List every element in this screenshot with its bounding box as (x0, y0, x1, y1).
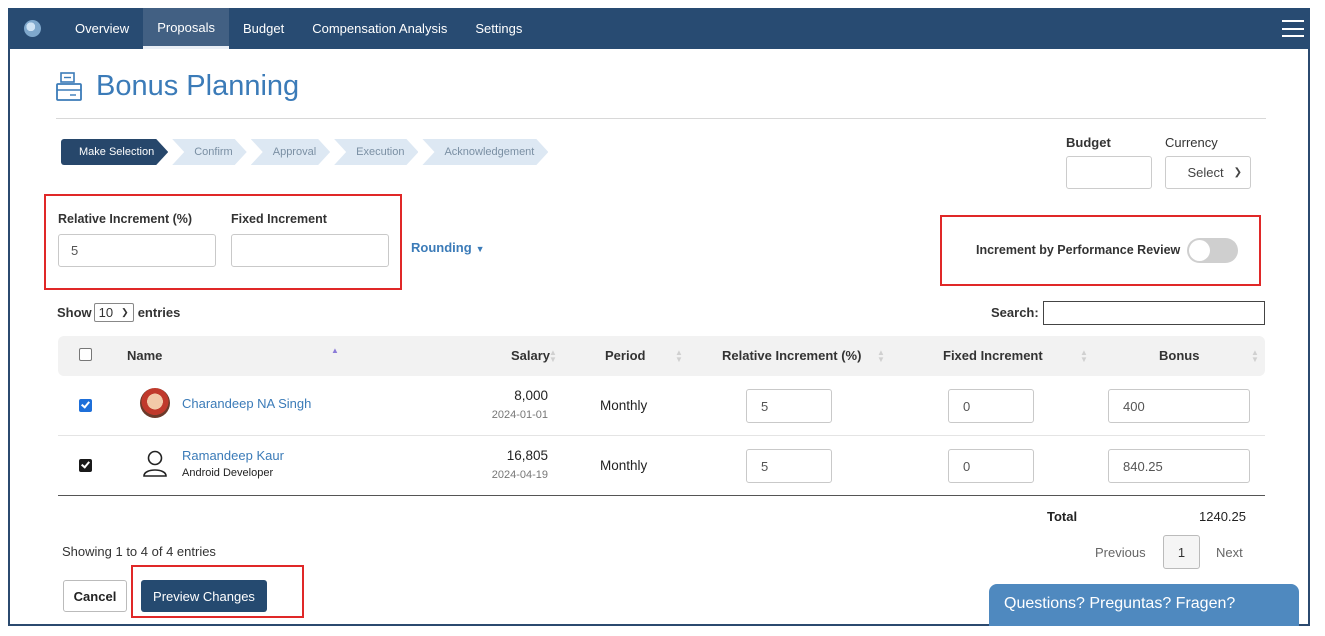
hamburger-menu-icon[interactable] (1282, 20, 1304, 37)
sort-icon[interactable]: ▲ ▼ (1251, 349, 1259, 364)
rounding-label: Rounding (411, 240, 472, 255)
relative-increment-label: Relative Increment (%) (58, 212, 193, 226)
nav-budget[interactable]: Budget (229, 8, 298, 49)
bonus-cell-input[interactable]: 840.25 (1108, 449, 1250, 483)
header-period[interactable]: Period (605, 348, 645, 363)
app-logo-icon[interactable] (24, 20, 41, 37)
rounding-dropdown[interactable]: Rounding ▼ (411, 240, 485, 255)
row-checkbox[interactable] (79, 399, 92, 412)
currency-label: Currency (1165, 135, 1218, 150)
sort-icon[interactable]: ▲ ▼ (675, 349, 683, 364)
table-footer-divider (58, 495, 1265, 496)
check-icon (81, 459, 90, 469)
currency-select-value: Select (1187, 165, 1224, 180)
total-value: 1240.25 (1199, 509, 1246, 524)
fixed-increment-input[interactable] (231, 234, 389, 267)
wizard-stepper: Make Selection Confirm Approval Executio… (61, 139, 552, 165)
select-all-checkbox[interactable] (79, 348, 92, 361)
chevron-down-icon: ❯ (121, 307, 129, 317)
caret-down-icon: ▼ (475, 244, 485, 254)
step-execution[interactable]: Execution (334, 139, 418, 165)
period-value: Monthly (600, 458, 648, 473)
period-value: Monthly (600, 398, 648, 413)
toggle-knob (1189, 240, 1210, 261)
page-header: Bonus Planning (56, 70, 299, 103)
pagination-next[interactable]: Next (1216, 545, 1243, 560)
employee-name-link[interactable]: Charandeep NA Singh (182, 396, 311, 411)
chevron-down-icon: ❯ (1233, 167, 1242, 178)
cash-register-icon (56, 71, 82, 101)
pagination-page-1[interactable]: 1 (1163, 535, 1200, 569)
table-header: Name ▲ Salary ▲ ▼ Period ▲ ▼ Relative Incr… (58, 336, 1265, 376)
salary-date: 2024-01-01 (491, 409, 548, 421)
step-approval[interactable]: Approval (251, 139, 330, 165)
page-title: Bonus Planning (96, 70, 300, 102)
sort-icon[interactable]: ▲ ▼ (549, 349, 557, 364)
employee-name-link[interactable]: Ramandeep Kaur (182, 448, 284, 463)
header-name[interactable]: Name (127, 348, 162, 363)
fixed-increment-label: Fixed Increment (231, 212, 327, 226)
relative-increment-cell-input[interactable]: 5 (746, 389, 832, 423)
fixed-increment-cell-input[interactable]: 0 (948, 389, 1034, 423)
performance-review-toggle[interactable] (1187, 238, 1238, 263)
cancel-button[interactable]: Cancel (63, 580, 127, 612)
nav-settings[interactable]: Settings (461, 8, 536, 49)
step-confirm[interactable]: Confirm (172, 139, 247, 165)
entries-select[interactable]: 10 ❯ (93, 303, 134, 322)
entries-summary: Showing 1 to 4 of 4 entries (62, 544, 216, 559)
show-label: Show (57, 305, 92, 320)
salary-value: 16,805 (506, 448, 548, 463)
avatar (140, 388, 170, 418)
header-fixed-increment[interactable]: Fixed Increment (943, 348, 1043, 363)
row-checkbox[interactable] (79, 459, 92, 472)
top-nav: Overview Proposals Budget Compensation A… (8, 8, 1310, 49)
budget-label: Budget (1066, 135, 1111, 150)
relative-increment-input[interactable]: 5 (58, 234, 216, 267)
header-salary[interactable]: Salary (511, 348, 550, 363)
preview-changes-button[interactable]: Preview Changes (141, 580, 267, 612)
bonus-cell-input[interactable]: 400 (1108, 389, 1250, 423)
step-acknowledgement[interactable]: Acknowledgement (422, 139, 548, 165)
sort-icon[interactable]: ▲ ▼ (877, 349, 885, 364)
search-input[interactable] (1043, 301, 1265, 325)
nav-compensation-analysis[interactable]: Compensation Analysis (298, 8, 461, 49)
title-divider (56, 118, 1266, 119)
currency-select[interactable]: Select ❯ (1165, 156, 1251, 189)
entries-label: entries (137, 305, 181, 320)
row-divider (58, 435, 1265, 436)
step-make-selection[interactable]: Make Selection (61, 139, 168, 165)
search-label: Search: (991, 305, 1039, 320)
sort-asc-icon[interactable]: ▲ (331, 347, 339, 355)
user-icon (143, 450, 167, 477)
header-relative-increment[interactable]: Relative Increment (%) (722, 348, 861, 363)
relative-increment-cell-input[interactable]: 5 (746, 449, 832, 483)
sort-icon[interactable]: ▲ ▼ (1080, 349, 1088, 364)
budget-input[interactable] (1066, 156, 1152, 189)
salary-value: 8,000 (514, 388, 548, 403)
show-entries-control: Show 10 ❯ entries (57, 303, 180, 322)
entries-select-value: 10 (98, 305, 114, 320)
employee-role: Android Developer (182, 467, 274, 479)
help-widget[interactable]: Questions? Preguntas? Fragen? (989, 584, 1299, 626)
total-label: Total (1047, 509, 1078, 524)
pagination-previous[interactable]: Previous (1095, 545, 1146, 560)
nav-proposals[interactable]: Proposals (143, 8, 229, 49)
check-icon (81, 399, 90, 409)
performance-review-label: Increment by Performance Review (976, 243, 1181, 257)
header-bonus[interactable]: Bonus (1159, 348, 1199, 363)
fixed-increment-cell-input[interactable]: 0 (948, 449, 1034, 483)
nav-overview[interactable]: Overview (61, 8, 143, 49)
salary-date: 2024-04-19 (491, 469, 548, 481)
